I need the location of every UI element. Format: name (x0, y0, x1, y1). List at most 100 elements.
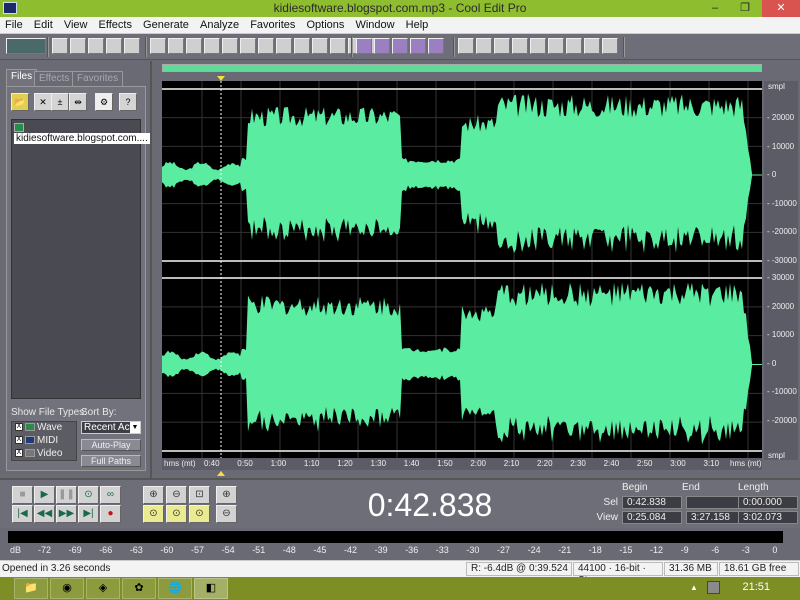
app-3-icon[interactable]: ◈ (86, 578, 120, 599)
zoom-out-vertical-icon[interactable]: ⊖ (216, 505, 237, 523)
level-meters-icon[interactable] (512, 38, 528, 54)
select-all-icon[interactable] (204, 38, 220, 54)
paste-icon[interactable] (258, 38, 274, 54)
info-icon[interactable] (428, 38, 444, 54)
help-icon[interactable] (602, 38, 618, 54)
cool-edit-pro-taskbar-icon[interactable]: ◧ (194, 578, 228, 599)
tab-favorites[interactable]: Favorites (72, 71, 124, 86)
filter-midi[interactable]: X MIDI (12, 435, 76, 448)
app-4-icon[interactable]: ✿ (122, 578, 156, 599)
menu-edit[interactable]: Edit (29, 17, 53, 31)
play-button[interactable]: ▶ (34, 486, 55, 504)
cut-icon[interactable] (240, 38, 256, 54)
menu-view[interactable]: View (59, 17, 88, 31)
mix-paste-icon[interactable] (276, 38, 292, 54)
overview-scroll-bar[interactable] (162, 64, 762, 72)
help-icon[interactable]: ? (119, 93, 137, 111)
file-explorer-icon[interactable]: 📁 (14, 578, 48, 599)
sel-end-field[interactable] (686, 496, 746, 509)
reverse-icon[interactable] (356, 38, 372, 54)
spectrum-icon[interactable] (530, 38, 546, 54)
insert-multitrack-icon[interactable]: ± (51, 93, 69, 111)
status-bar-icon[interactable] (548, 38, 564, 54)
restore-button[interactable]: ❐ (732, 0, 758, 17)
multitrack-toggle-icon[interactable] (6, 38, 46, 54)
filter-wave[interactable]: X Wave (12, 422, 76, 435)
go-to-start-button[interactable]: |◀ (12, 505, 33, 523)
open-file-icon[interactable]: 📂 (11, 93, 29, 111)
save-all-icon[interactable] (106, 38, 122, 54)
tray-app-icon[interactable] (707, 581, 720, 594)
view-end-field[interactable]: 3:27.158 (686, 511, 746, 524)
edit-file-icon[interactable]: ⇹ (69, 93, 87, 111)
tray-overflow-icon[interactable]: ▲ (690, 583, 698, 592)
rewind-button[interactable]: ◀◀ (34, 505, 55, 523)
zoom-in-vertical-icon[interactable]: ⊕ (216, 486, 237, 504)
convert-icon[interactable] (330, 38, 346, 54)
close-file-icon[interactable]: ✕ (34, 93, 52, 111)
view-length-field[interactable]: 3:02.073 (738, 511, 798, 524)
menu-options[interactable]: Options (302, 17, 345, 31)
menu-analyze[interactable]: Analyze (195, 17, 239, 31)
zoom-left-icon[interactable]: ⊙ (166, 505, 187, 523)
full-paths-button[interactable]: Full Paths (81, 455, 141, 467)
zoom-icon[interactable] (476, 38, 492, 54)
view-begin-field[interactable]: 0:25.084 (622, 511, 682, 524)
wave-checkbox[interactable]: X (15, 423, 23, 432)
loop-button[interactable]: ∞ (100, 486, 121, 504)
play-to-end-button[interactable]: ⊙ (78, 486, 99, 504)
scripts-icon[interactable] (584, 38, 600, 54)
zoom-full-icon[interactable]: ⊡ (189, 486, 210, 504)
sort-by-select[interactable]: Recent Acc ▼ (81, 421, 141, 434)
sel-length-field[interactable]: 0:00.000 (738, 496, 798, 509)
zoom-out-horizontal-icon[interactable]: ⊖ (166, 486, 187, 504)
tab-effects[interactable]: Effects (34, 71, 75, 86)
waveform-display[interactable] (162, 81, 762, 460)
insert-multitrack-icon[interactable] (312, 38, 328, 54)
paste-new-icon[interactable] (294, 38, 310, 54)
zoom-right-icon[interactable]: ⊙ (189, 505, 210, 523)
transport-icon[interactable] (458, 38, 474, 54)
settings-icon[interactable] (566, 38, 582, 54)
menu-generate[interactable]: Generate (138, 17, 189, 31)
fast-forward-button[interactable]: ▶▶ (56, 505, 77, 523)
save-icon[interactable] (88, 38, 104, 54)
menu-file[interactable]: File (0, 17, 23, 31)
record-button[interactable]: ● (100, 505, 121, 523)
menu-favorites[interactable]: Favorites (245, 17, 295, 31)
network-app-icon[interactable]: 🌐 (158, 578, 192, 599)
chevron-down-icon[interactable]: ▼ (130, 422, 140, 433)
chrome-icon[interactable]: ◉ (50, 578, 84, 599)
playlist-icon[interactable] (410, 38, 426, 54)
filter-video[interactable]: X Video (12, 448, 76, 461)
redo-icon[interactable] (168, 38, 184, 54)
time-icon[interactable] (494, 38, 510, 54)
close-button[interactable]: ✕ (762, 0, 800, 17)
menu-help[interactable]: Help (401, 17, 429, 31)
sel-begin-field[interactable]: 0:42.838 (622, 496, 682, 509)
trim-icon[interactable] (186, 38, 202, 54)
auto-play-button[interactable]: Auto-Play (81, 439, 141, 451)
video-checkbox[interactable]: X (15, 449, 23, 458)
go-to-end-button[interactable]: ▶| (78, 505, 99, 523)
clock[interactable]: 21:51 (742, 581, 770, 593)
zoom-to-selection-icon[interactable]: ⊙ (143, 505, 164, 523)
cue-list-icon[interactable] (392, 38, 408, 54)
close-file-icon[interactable] (124, 38, 140, 54)
copy-icon[interactable] (222, 38, 238, 54)
open-file-icon[interactable] (70, 38, 86, 54)
tab-files[interactable]: Files (6, 69, 38, 86)
file-list-item[interactable]: kidiesoftware.blogspot.com.... (14, 122, 150, 144)
new-file-icon[interactable] (52, 38, 68, 54)
minimize-button[interactable]: – (702, 0, 728, 17)
cursor-marker-bottom[interactable] (217, 471, 225, 476)
zoom-in-horizontal-icon[interactable]: ⊕ (143, 486, 164, 504)
menu-window[interactable]: Window (350, 17, 394, 31)
pause-button[interactable]: ❚❚ (56, 486, 77, 504)
options-icon[interactable]: ⚙ (95, 93, 113, 111)
stretch-icon[interactable] (374, 38, 390, 54)
stop-button[interactable]: ■ (12, 486, 33, 504)
midi-checkbox[interactable]: X (15, 436, 23, 445)
file-list[interactable]: kidiesoftware.blogspot.com.... (11, 119, 150, 399)
menu-effects[interactable]: Effects (94, 17, 132, 31)
